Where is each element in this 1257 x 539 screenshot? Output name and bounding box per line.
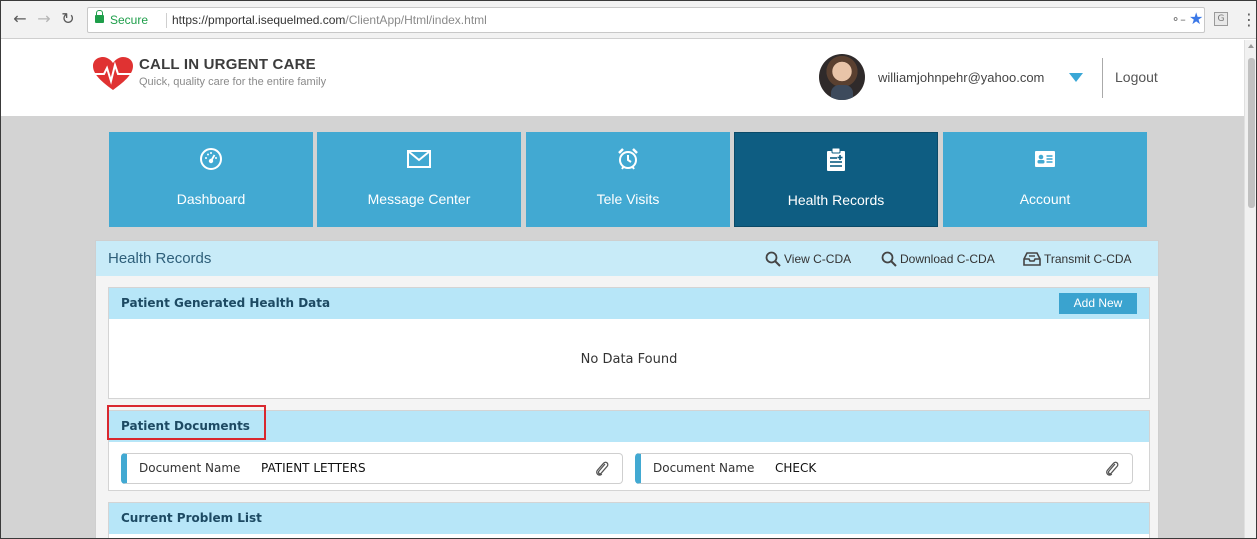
tile-label: Tele Visits bbox=[596, 191, 660, 207]
panel-header: Health Records View C-CDA Download C-CDA… bbox=[96, 241, 1158, 276]
url-text[interactable]: https://pmportal.isequelmed.com/ClientAp… bbox=[172, 13, 487, 27]
reload-icon[interactable]: ↻ bbox=[59, 10, 77, 28]
avatar[interactable] bbox=[819, 54, 865, 100]
user-email[interactable]: williamjohnpehr@yahoo.com bbox=[878, 70, 1044, 85]
tile-account[interactable]: Account bbox=[943, 132, 1147, 227]
scroll-up-icon[interactable] bbox=[1248, 44, 1254, 48]
document-value: CHECK bbox=[775, 461, 817, 475]
logo-subtitle: Quick, quality care for the entire famil… bbox=[139, 76, 327, 88]
view-ccda-link[interactable]: View C-CDA bbox=[765, 251, 851, 267]
clipboard-icon bbox=[735, 147, 937, 173]
secure-label: Secure bbox=[110, 13, 149, 27]
problem-list-section: Current Problem List bbox=[108, 502, 1150, 538]
paperclip-icon[interactable] bbox=[594, 460, 610, 478]
browser-toolbar: ← → ↻ Secure https://pmportal.isequelmed… bbox=[1, 1, 1256, 39]
logo-title: CALL IN URGENT CARE bbox=[139, 56, 316, 73]
section-title: Patient Generated Health Data bbox=[121, 296, 331, 310]
download-ccda-label: Download C-CDA bbox=[900, 252, 995, 266]
header-divider bbox=[1102, 58, 1103, 98]
section-title: Current Problem List bbox=[121, 511, 262, 525]
page-scrollbar[interactable] bbox=[1244, 40, 1256, 538]
envelope-icon bbox=[317, 146, 521, 172]
transmit-ccda-label: Transmit C-CDA bbox=[1044, 252, 1132, 266]
section-header: Patient Generated Health Data Add New bbox=[109, 288, 1149, 319]
download-ccda-link[interactable]: Download C-CDA bbox=[881, 251, 995, 267]
back-arrow-icon[interactable]: ← bbox=[11, 10, 29, 28]
forward-arrow-icon[interactable]: → bbox=[35, 10, 53, 28]
document-card[interactable]: Document Name PATIENT LETTERS bbox=[121, 453, 623, 484]
tile-label: Dashboard bbox=[176, 191, 246, 207]
dashboard-gauge-icon bbox=[109, 146, 313, 172]
url-divider bbox=[166, 13, 167, 28]
pghd-section: Patient Generated Health Data Add New No… bbox=[108, 287, 1150, 399]
lock-icon bbox=[95, 10, 104, 23]
document-card[interactable]: Document Name CHECK bbox=[635, 453, 1133, 484]
highlight-box bbox=[107, 405, 266, 440]
tile-message-center[interactable]: Message Center bbox=[317, 132, 521, 227]
alarm-clock-icon bbox=[526, 146, 730, 172]
browser-window: ← → ↻ Secure https://pmportal.isequelmed… bbox=[0, 0, 1257, 539]
tile-tele-visits[interactable]: Tele Visits bbox=[526, 132, 730, 227]
key-icon[interactable]: ⚬– bbox=[1171, 13, 1186, 26]
section-header: Current Problem List bbox=[109, 503, 1149, 534]
chevron-down-icon[interactable] bbox=[1069, 73, 1083, 82]
heart-logo-icon bbox=[93, 57, 133, 90]
search-icon bbox=[765, 251, 781, 267]
logout-link[interactable]: Logout bbox=[1115, 69, 1158, 85]
empty-state-text: No Data Found bbox=[580, 352, 678, 367]
document-key: Document Name bbox=[139, 461, 241, 475]
add-new-button[interactable]: Add New bbox=[1059, 293, 1137, 314]
inbox-tray-icon bbox=[1023, 252, 1041, 266]
health-records-panel: Health Records View C-CDA Download C-CDA… bbox=[95, 240, 1159, 538]
id-card-icon bbox=[943, 146, 1147, 172]
tile-label: Health Records bbox=[787, 192, 885, 208]
document-value: PATIENT LETTERS bbox=[261, 461, 366, 475]
page-title: Health Records bbox=[108, 250, 212, 267]
search-icon bbox=[881, 251, 897, 267]
url-path: /ClientApp/Html/index.html bbox=[345, 13, 487, 27]
tile-health-records[interactable]: Health Records bbox=[734, 132, 938, 227]
address-bar[interactable]: Secure https://pmportal.isequelmed.com/C… bbox=[87, 7, 1205, 33]
scroll-thumb[interactable] bbox=[1248, 58, 1255, 208]
url-host: https://pmportal.isequelmed.com bbox=[172, 13, 346, 27]
document-key: Document Name bbox=[653, 461, 755, 475]
paperclip-icon[interactable] bbox=[1104, 460, 1120, 478]
tile-dashboard[interactable]: Dashboard bbox=[109, 132, 313, 227]
tile-label: Account bbox=[1019, 191, 1071, 207]
tile-label: Message Center bbox=[367, 191, 471, 207]
extension-icon[interactable]: G bbox=[1214, 12, 1228, 26]
view-ccda-label: View C-CDA bbox=[784, 252, 852, 266]
browser-menu-icon[interactable]: ⋮ bbox=[1241, 10, 1256, 29]
transmit-ccda-link[interactable]: Transmit C-CDA bbox=[1023, 251, 1132, 267]
bookmark-star-icon[interactable]: ★ bbox=[1189, 9, 1203, 28]
site-header: CALL IN URGENT CARE Quick, quality care … bbox=[1, 40, 1244, 116]
